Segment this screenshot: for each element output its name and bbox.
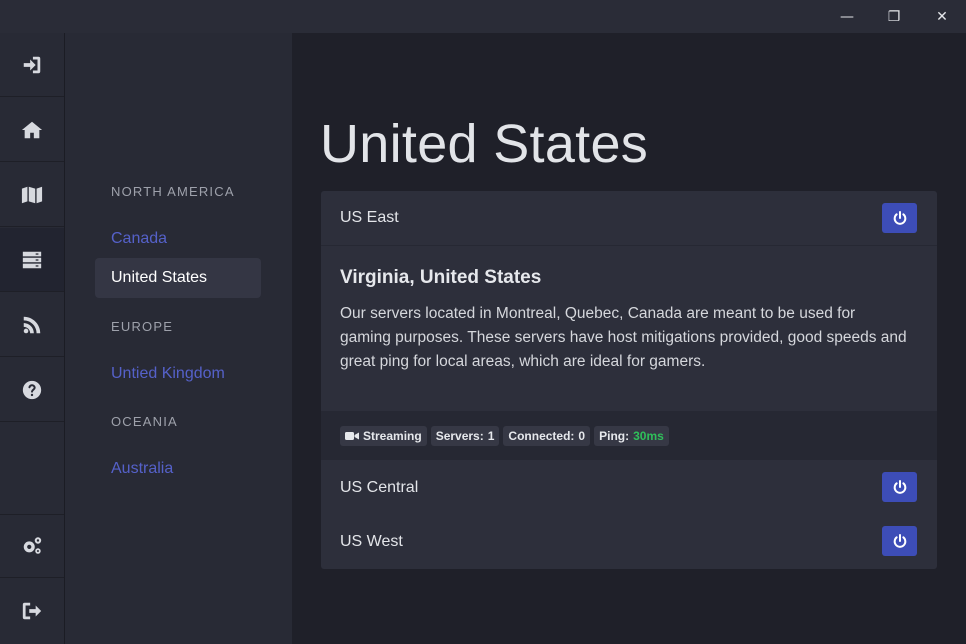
region-heading-europe: EUROPE — [111, 319, 174, 334]
region-list: NORTH AMERICA Canada United States EUROP… — [65, 33, 292, 644]
servers-icon — [22, 251, 42, 268]
server-detail: Virginia, United States Our servers loca… — [321, 247, 937, 411]
region-heading-north-america: NORTH AMERICA — [111, 184, 235, 199]
region-item-united-kingdom[interactable]: Untied Kingdom — [111, 365, 225, 383]
server-name: US East — [340, 209, 399, 226]
sign-in-icon — [23, 56, 41, 73]
main-content: United States US East Virginia, United S… — [292, 33, 966, 644]
title-bar: — ❐ ✕ — [0, 0, 966, 33]
map-icon — [21, 186, 43, 203]
server-location: Virginia, United States — [340, 267, 542, 288]
server-description: Our servers located in Montreal, Quebec,… — [340, 305, 907, 370]
close-button[interactable]: ✕ — [919, 0, 965, 33]
feed-icon — [23, 316, 41, 333]
region-item-australia[interactable]: Australia — [111, 460, 173, 478]
server-stats: Streaming Servers: 1 Connected: 0 Ping: … — [321, 411, 937, 460]
power-icon — [893, 480, 906, 494]
connect-button-us-central[interactable] — [882, 472, 917, 502]
page-title: United States — [320, 114, 649, 174]
streaming-badge: Streaming — [340, 425, 427, 446]
server-row-us-east[interactable]: US East — [321, 191, 937, 246]
sidebar-item-sign-in[interactable] — [0, 33, 64, 97]
server-name: US Central — [340, 478, 419, 496]
sidebar-item-feed[interactable] — [0, 293, 64, 357]
region-item-canada[interactable]: Canada — [111, 230, 167, 248]
connect-button-us-west[interactable] — [882, 526, 917, 556]
sidebar-item-home[interactable] — [0, 98, 64, 162]
help-icon — [22, 380, 42, 399]
icon-sidebar — [0, 33, 65, 644]
sidebar-item-help[interactable] — [0, 358, 64, 422]
region-heading-oceania: OCEANIA — [111, 414, 178, 429]
video-camera-icon — [345, 431, 359, 440]
sign-out-icon — [22, 602, 42, 620]
servers-count-badge: Servers: 1 — [430, 425, 500, 446]
sidebar-item-settings[interactable] — [0, 514, 64, 578]
ping-badge: Ping: 30ms — [594, 425, 669, 446]
server-row-us-west[interactable]: US West — [321, 514, 937, 569]
maximize-button[interactable]: ❐ — [871, 0, 917, 33]
power-icon — [893, 211, 906, 225]
settings-icon — [23, 537, 42, 554]
sidebar-item-servers[interactable] — [0, 228, 64, 292]
server-list-card: US East Virginia, United States Our serv… — [321, 191, 937, 569]
connected-count-badge: Connected: 0 — [503, 425, 591, 446]
server-name: US West — [340, 532, 403, 550]
home-icon — [21, 121, 43, 138]
sidebar-item-map[interactable] — [0, 163, 64, 227]
power-icon — [893, 534, 906, 548]
connect-button-us-east[interactable] — [882, 203, 917, 233]
minimize-button[interactable]: — — [824, 0, 870, 33]
region-item-united-states[interactable]: United States — [95, 258, 261, 298]
server-row-us-central[interactable]: US Central — [321, 460, 937, 515]
sidebar-item-sign-out[interactable] — [0, 579, 64, 643]
